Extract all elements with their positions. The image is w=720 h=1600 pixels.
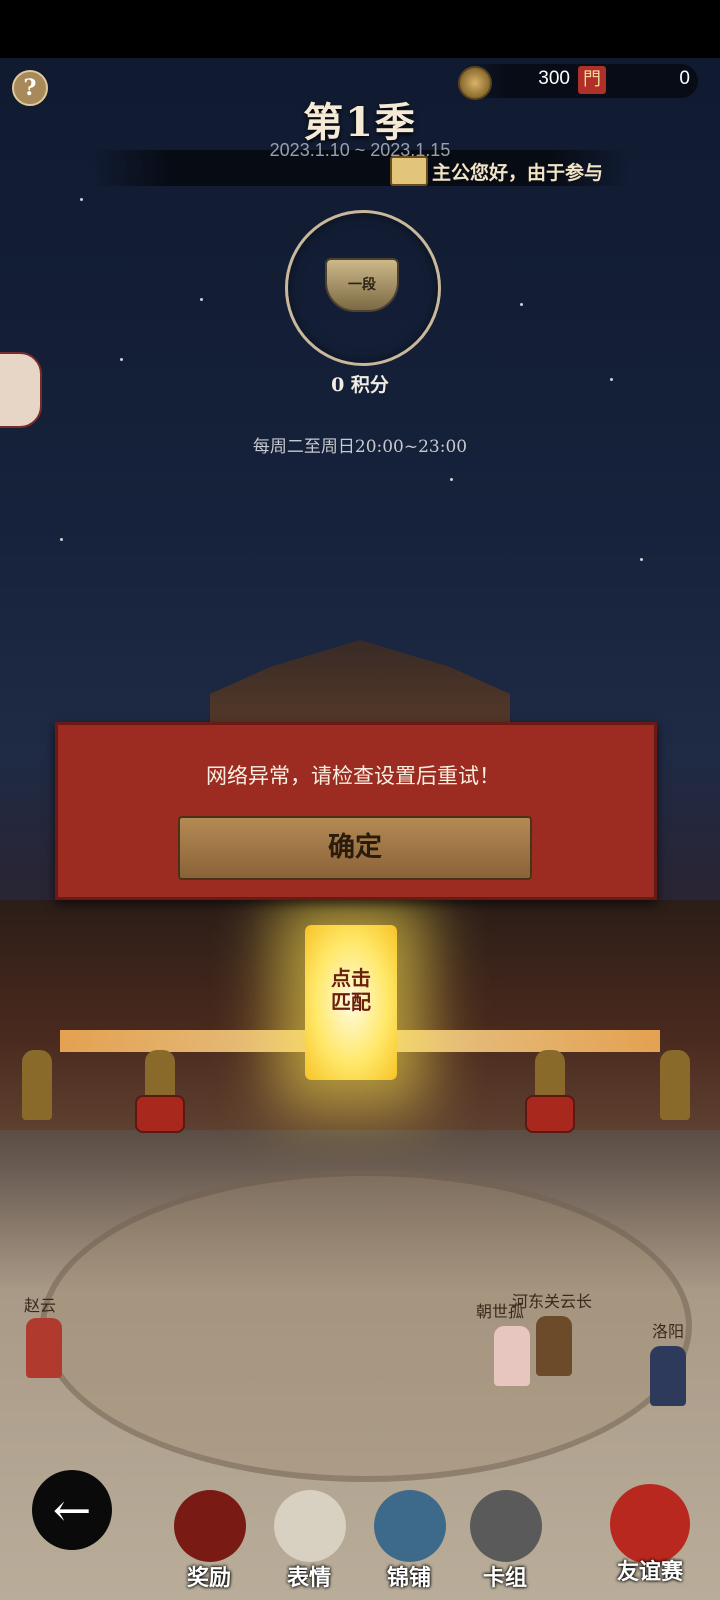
scroll-icon — [390, 156, 428, 186]
drum-icon — [610, 1484, 690, 1564]
coin-count: 300 — [538, 68, 570, 89]
match-label-line1: 点击 — [331, 966, 371, 990]
rank-bowl-icon: 一段 — [325, 258, 399, 312]
confirm-button[interactable]: 确定 — [178, 816, 532, 880]
cards-icon — [470, 1490, 542, 1562]
nav-shop-button[interactable]: 锦铺 — [366, 1482, 452, 1592]
gate-count: 0 — [679, 68, 690, 89]
notice-text: 主公您好，由于参与 — [432, 162, 604, 184]
nav-emotes-button[interactable]: 表情 — [266, 1482, 352, 1592]
soldier-figure — [660, 1050, 690, 1120]
hero-label-luoyang: 洛阳 — [652, 1322, 685, 1341]
nav-deck-button[interactable]: 卡组 — [462, 1482, 548, 1592]
shop-icon — [374, 1490, 446, 1562]
score-label: 0 积分 — [331, 374, 389, 396]
nav-friendly-match-label: 友谊赛 — [616, 1559, 683, 1585]
soldier-figure — [22, 1050, 52, 1120]
back-button[interactable]: ← — [32, 1470, 112, 1550]
error-message: 网络异常，请检查设置后重试！ — [206, 764, 500, 788]
nav-shop-label: 锦铺 — [386, 1565, 431, 1591]
chest-icon — [174, 1490, 246, 1562]
nav-friendly-match-button[interactable]: 友谊赛 — [600, 1476, 700, 1586]
drum — [135, 1095, 185, 1133]
nav-rewards-label: 奖励 — [186, 1565, 231, 1591]
drum — [525, 1095, 575, 1133]
hero-guan-yu[interactable] — [536, 1316, 572, 1376]
status-bar — [0, 0, 720, 58]
nav-deck-label: 卡组 — [482, 1565, 527, 1591]
nav-rewards-button[interactable]: 奖励 — [166, 1482, 252, 1592]
emote-icon — [274, 1490, 346, 1562]
match-portal-label[interactable]: 点击 匹配 — [305, 966, 397, 1014]
nav-emotes-label: 表情 — [286, 1565, 331, 1591]
hero-label-zhaoyun: 赵云 — [24, 1296, 57, 1315]
plaza-emblem — [40, 1170, 692, 1482]
schedule-label: 每周二至周日20:00~23:00 — [252, 437, 468, 457]
hero-label-b: 河东关云长 — [512, 1292, 593, 1311]
match-label-line2: 匹配 — [331, 990, 371, 1014]
hero-zhaoyun[interactable] — [26, 1318, 62, 1378]
hero-luoyang[interactable] — [650, 1346, 686, 1406]
hero-lady[interactable] — [494, 1326, 530, 1386]
